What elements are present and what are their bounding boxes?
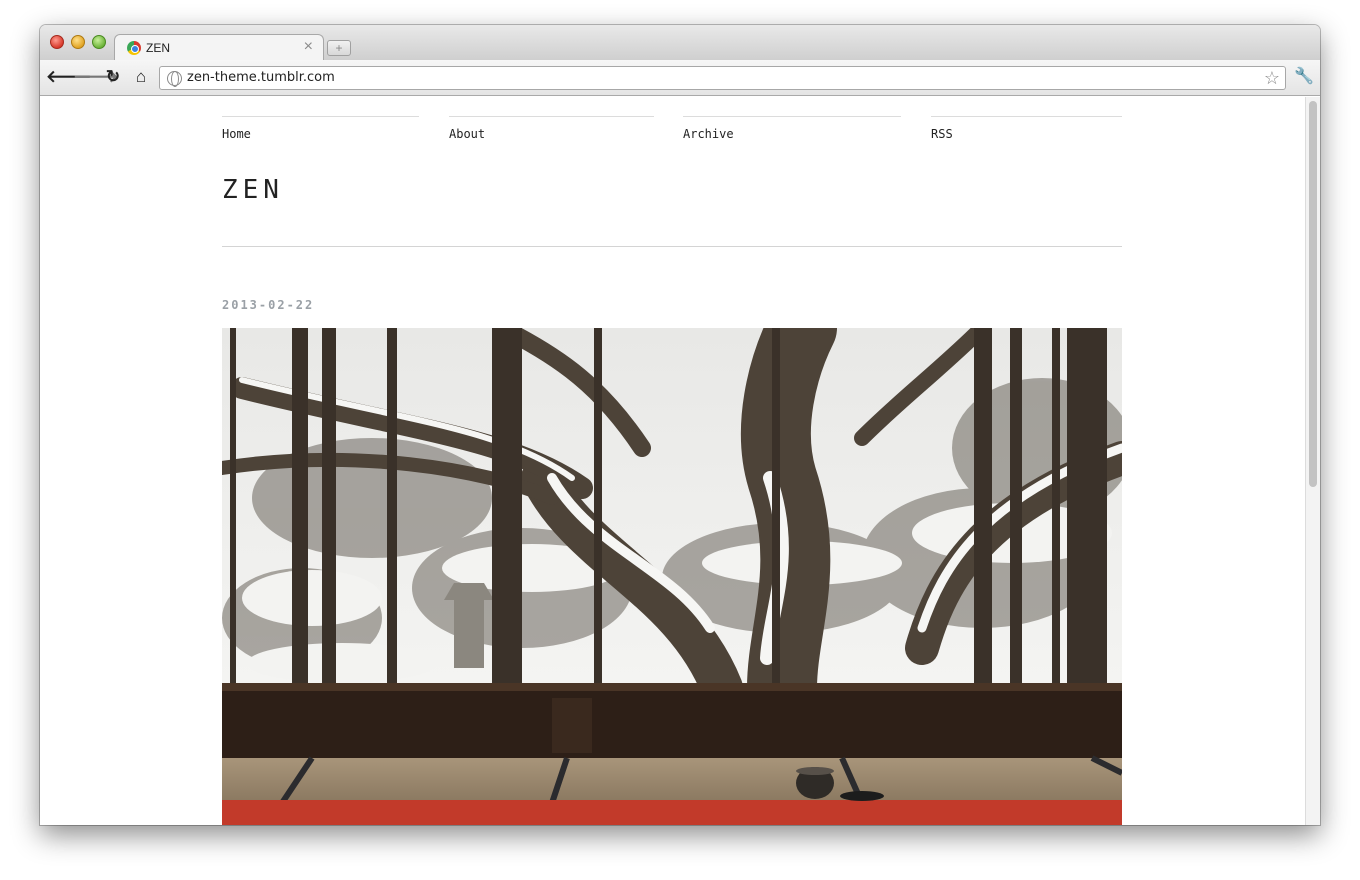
tab-close-icon[interactable]: × <box>304 38 313 56</box>
nav-home-link[interactable]: Home <box>222 116 419 141</box>
post-date[interactable]: 2013-02-22 <box>222 298 314 312</box>
post-photo[interactable] <box>222 328 1122 825</box>
site-title[interactable]: ZEN <box>222 175 284 205</box>
chrome-icon <box>127 41 141 55</box>
nav-rss-link[interactable]: RSS <box>931 116 1122 141</box>
tab-title: ZEN <box>146 41 170 55</box>
page-viewport: Home About Archive RSS ZEN 2013-02-22 <box>40 97 1305 825</box>
home-icon[interactable]: ⌂ <box>130 66 152 88</box>
scrollbar-thumb[interactable] <box>1309 101 1317 487</box>
minimize-window-button[interactable] <box>71 35 85 49</box>
address-bar-url[interactable]: zen-theme.tumblr.com <box>187 70 335 85</box>
tab-strip: ZEN × + <box>40 25 1320 61</box>
back-arrow-icon[interactable]: 🡐 <box>46 66 92 88</box>
bookmark-star-icon[interactable]: ☆ <box>1264 67 1280 89</box>
nav-about-link[interactable]: About <box>449 116 654 141</box>
site-nav: Home About Archive RSS <box>222 116 1122 146</box>
tab-zen[interactable]: ZEN × <box>114 34 324 61</box>
reload-icon[interactable]: ↻ <box>102 66 124 88</box>
close-window-button[interactable] <box>50 35 64 49</box>
wrench-menu-icon[interactable]: 🔧 <box>1293 66 1315 88</box>
snow-garden-photo <box>222 328 1122 825</box>
maximize-window-button[interactable] <box>92 35 106 49</box>
header-divider <box>222 246 1122 247</box>
nav-archive-link[interactable]: Archive <box>683 116 901 141</box>
vertical-scrollbar[interactable] <box>1305 97 1320 825</box>
browser-window: ZEN × + 🡐 🡒 ↻ ⌂ zen-theme.tumblr.com ☆ 🔧… <box>40 25 1320 825</box>
browser-toolbar: 🡐 🡒 ↻ ⌂ zen-theme.tumblr.com ☆ 🔧 <box>40 60 1320 96</box>
globe-icon <box>167 71 182 87</box>
address-bar[interactable]: zen-theme.tumblr.com ☆ <box>159 66 1286 90</box>
forward-arrow-icon[interactable]: 🡒 <box>73 66 119 88</box>
new-tab-button[interactable]: + <box>327 40 351 56</box>
